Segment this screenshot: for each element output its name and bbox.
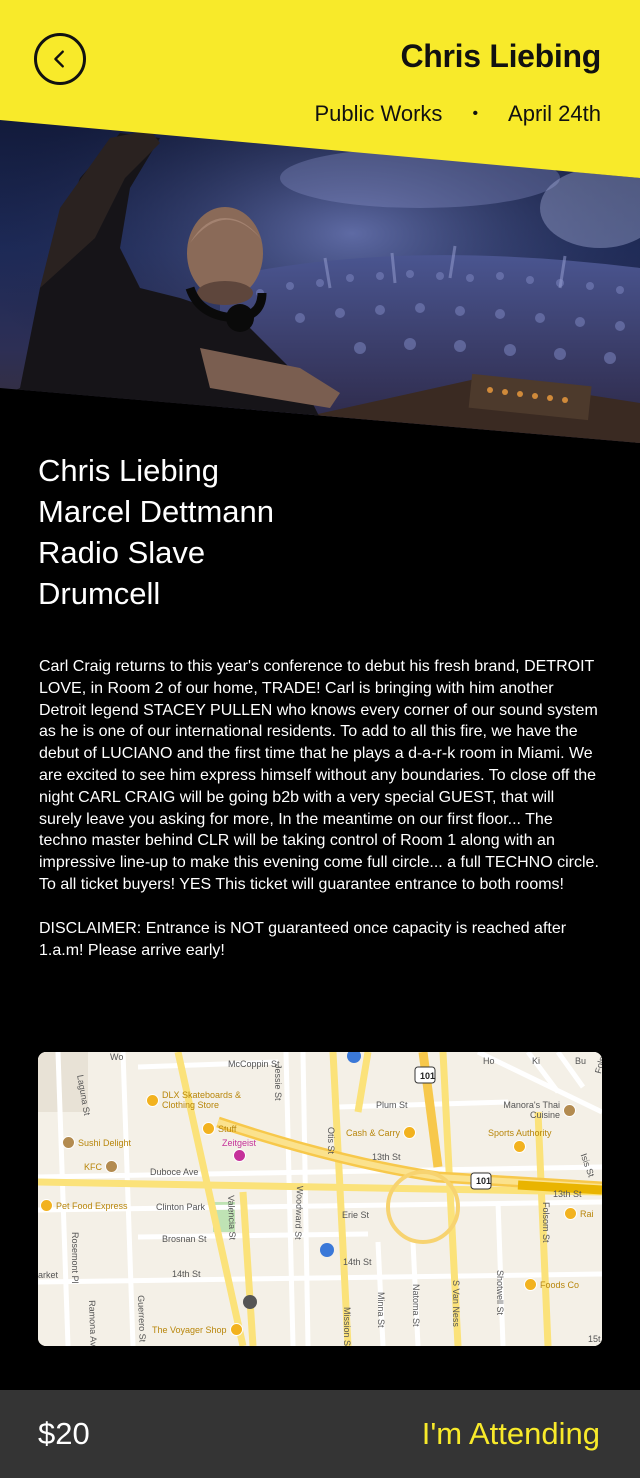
street-label: arket xyxy=(38,1270,59,1280)
bar-icon xyxy=(232,1149,246,1162)
shop-icon xyxy=(403,1126,417,1139)
street-label: 13th St xyxy=(553,1189,582,1199)
street-label: 15t xyxy=(588,1334,601,1344)
map-poi[interactable]: Sushi Delight xyxy=(62,1136,131,1149)
street-label: Natoma St xyxy=(411,1284,421,1327)
shop-icon xyxy=(513,1140,527,1153)
event-meta: Public Works • April 24th xyxy=(314,101,601,127)
street-label: Wo xyxy=(110,1052,124,1062)
restaurant-icon xyxy=(563,1103,576,1117)
street-label: Folsom St xyxy=(541,1202,551,1243)
restaurant-icon xyxy=(62,1136,75,1149)
street-label: Guerrero St xyxy=(136,1295,148,1343)
street-label: S Van Ness xyxy=(451,1280,461,1327)
map-poi[interactable]: Manora's Thai Cuisine xyxy=(490,1100,576,1120)
separator-dot: • xyxy=(472,105,479,122)
event-description: Carl Craig returns to this year's confer… xyxy=(39,656,599,961)
page-title: Chris Liebing xyxy=(400,38,601,74)
date-label: April 24th xyxy=(508,101,601,126)
venue-label: Public Works xyxy=(314,101,443,126)
lineup-artist[interactable]: Marcel Dettmann xyxy=(38,491,274,532)
map-poi[interactable]: Foods Co xyxy=(524,1278,579,1291)
street-label: Otis St xyxy=(326,1127,336,1155)
street-label: Ramona Av xyxy=(87,1300,99,1346)
description-body: Carl Craig returns to this year's confer… xyxy=(39,658,599,893)
ticket-price: $20 xyxy=(38,1416,90,1451)
street-label: 13th St xyxy=(372,1152,401,1162)
map-poi[interactable]: Rai xyxy=(564,1207,594,1220)
street-label: Brosnan St xyxy=(162,1234,207,1244)
street-label: Shotwell St xyxy=(495,1270,505,1316)
map-poi[interactable]: Sports Authority xyxy=(488,1128,552,1153)
street-label: Valencia St xyxy=(226,1195,238,1241)
shop-icon xyxy=(202,1122,215,1135)
street-label: Rosemont Pl xyxy=(70,1232,80,1284)
venue-map[interactable]: 101 101 Laguna St McCoppin St Jessie St … xyxy=(38,1052,602,1346)
attending-button[interactable]: I'm Attending xyxy=(422,1416,600,1452)
shop-icon xyxy=(524,1278,537,1291)
shop-icon xyxy=(146,1093,159,1107)
street-label: 14th St xyxy=(172,1269,201,1279)
lineup-list: Chris Liebing Marcel Dettmann Radio Slav… xyxy=(38,450,274,614)
shop-icon xyxy=(564,1207,577,1220)
ticket-footer: $20 I'm Attending xyxy=(0,1390,640,1478)
street-label: Bu xyxy=(575,1056,587,1066)
street-label: Mission St xyxy=(342,1307,352,1346)
street-label: Ki xyxy=(532,1056,541,1066)
street-label: Erie St xyxy=(342,1210,370,1220)
street-label: 14th St xyxy=(343,1257,372,1267)
chevron-left-icon xyxy=(54,50,64,68)
lineup-artist[interactable]: Radio Slave xyxy=(38,532,274,573)
lineup-artist[interactable]: Chris Liebing xyxy=(38,450,274,491)
map-poi[interactable]: DLX Skateboards & Clothing Store xyxy=(146,1090,266,1110)
street-label: McCoppin St xyxy=(228,1059,280,1069)
street-label: Woodward St xyxy=(293,1185,305,1240)
lineup-artist[interactable]: Drumcell xyxy=(38,573,274,614)
map-poi[interactable]: Stuff xyxy=(202,1122,236,1135)
map-poi[interactable]: The Voyager Shop xyxy=(152,1323,243,1336)
street-label: Duboce Ave xyxy=(150,1167,199,1177)
highway-101-label: 101 xyxy=(420,1071,436,1081)
street-label: Minna St xyxy=(376,1292,386,1328)
restaurant-icon xyxy=(105,1160,118,1173)
map-poi[interactable]: Zeitgeist xyxy=(222,1138,256,1162)
back-button[interactable] xyxy=(34,33,86,85)
map-poi[interactable]: Pet Food Express xyxy=(40,1199,128,1212)
map-poi[interactable]: KFC xyxy=(84,1160,118,1173)
description-disclaimer: DISCLAIMER: Entrance is NOT guaranteed o… xyxy=(39,919,567,959)
shop-icon xyxy=(229,1323,243,1336)
map-poi[interactable]: Cash & Carry xyxy=(346,1126,417,1139)
street-label: Jessie St xyxy=(273,1064,283,1101)
street-label: Plum St xyxy=(376,1100,408,1110)
street-label: Clinton Park xyxy=(156,1202,206,1212)
highway-101-label: 101 xyxy=(476,1176,492,1186)
shop-icon xyxy=(40,1199,53,1212)
street-label: Ho xyxy=(483,1056,495,1066)
